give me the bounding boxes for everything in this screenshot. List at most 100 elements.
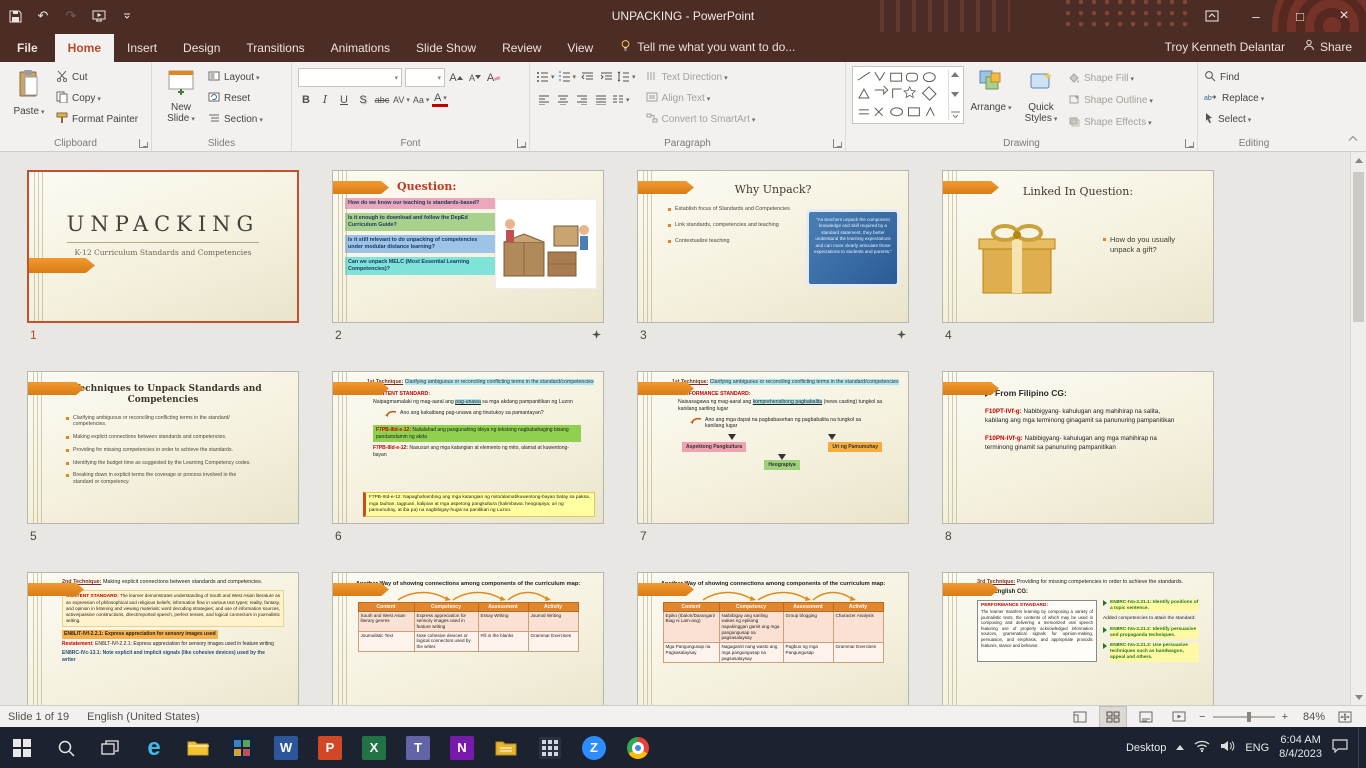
slide-thumbnail-11[interactable]: Another Way of showing connections among… xyxy=(637,572,909,705)
shape-outline-button[interactable]: Shape Outline xyxy=(1068,91,1153,110)
edge-icon[interactable]: e xyxy=(132,727,176,768)
format-painter-button[interactable]: Format Painter xyxy=(56,110,138,129)
arrange-button[interactable]: Arrange xyxy=(968,66,1014,132)
customize-qat-icon[interactable] xyxy=(118,6,136,26)
decrease-font-size-icon[interactable]: A xyxy=(467,69,483,86)
slide-thumbnail-7[interactable]: 1st Technique: Clarifying ambiguous or r… xyxy=(637,371,909,524)
slide-thumbnail-8[interactable]: From Filipino CG: F10PT-IVf-g: Nabibigya… xyxy=(942,371,1214,524)
cut-button[interactable]: Cut xyxy=(56,68,138,87)
action-center-icon[interactable] xyxy=(1332,739,1348,756)
columns-icon[interactable] xyxy=(612,91,630,108)
language-tray-indicator[interactable]: ENG xyxy=(1245,742,1269,754)
start-slideshow-icon[interactable] xyxy=(90,6,108,26)
tab-home[interactable]: Home xyxy=(54,34,115,62)
excel-icon[interactable]: X xyxy=(352,727,396,768)
tab-view[interactable]: View xyxy=(554,34,606,62)
tab-review[interactable]: Review xyxy=(489,34,554,62)
word-icon[interactable]: W xyxy=(264,727,308,768)
drawing-dialog-launcher[interactable] xyxy=(1185,139,1194,148)
section-button[interactable]: Section xyxy=(208,110,263,129)
reset-button[interactable]: Reset xyxy=(208,89,263,108)
bullets-icon[interactable] xyxy=(536,68,555,85)
slide-thumbnail-6[interactable]: 1st Technique: Clarifying ambiguous or r… xyxy=(332,371,604,524)
file-explorer-icon[interactable] xyxy=(176,727,220,768)
ribbon-display-options-icon[interactable] xyxy=(1190,0,1234,32)
italic-icon[interactable]: I xyxy=(317,91,333,108)
teams-icon[interactable]: T xyxy=(396,727,440,768)
files-folder-icon[interactable] xyxy=(484,727,528,768)
account-name[interactable]: Troy Kenneth Delantar xyxy=(1165,40,1285,62)
powerpoint-icon[interactable]: P xyxy=(308,727,352,768)
fit-slide-to-window-button[interactable] xyxy=(1332,707,1358,727)
increase-font-size-icon[interactable]: A xyxy=(448,69,464,86)
scroll-down-arrow[interactable] xyxy=(1351,689,1366,705)
text-shadow-icon[interactable]: S xyxy=(355,91,371,108)
desktop-toolbar-label[interactable]: Desktop xyxy=(1126,742,1166,754)
tab-slide-show[interactable]: Slide Show xyxy=(403,34,489,62)
slide-thumbnail-2[interactable]: Question: How do we know our teaching is… xyxy=(332,170,604,323)
save-icon[interactable] xyxy=(6,6,24,26)
paragraph-dialog-launcher[interactable] xyxy=(833,139,842,148)
tab-transitions[interactable]: Transitions xyxy=(233,34,317,62)
increase-indent-icon[interactable] xyxy=(598,68,614,85)
shape-fill-button[interactable]: Shape Fill xyxy=(1068,69,1153,88)
slide-thumbnail-9[interactable]: 2nd Technique: Making explicit connectio… xyxy=(27,572,299,705)
font-size-combo[interactable] xyxy=(405,68,445,87)
shapes-gallery-scroll[interactable] xyxy=(948,70,961,120)
copy-button[interactable]: Copy xyxy=(56,89,138,108)
decrease-indent-icon[interactable] xyxy=(579,68,595,85)
zoom-slider-thumb[interactable] xyxy=(1246,711,1251,722)
line-spacing-icon[interactable] xyxy=(617,68,636,85)
scroll-up-arrow[interactable] xyxy=(1351,152,1366,168)
minimize-button[interactable]: – xyxy=(1234,0,1278,32)
tell-me-box[interactable]: Tell me what you want to do... xyxy=(620,39,795,62)
strikethrough-icon[interactable]: abc xyxy=(374,91,390,108)
chrome-icon[interactable] xyxy=(616,727,660,768)
speaker-icon[interactable] xyxy=(1220,740,1235,755)
start-button[interactable] xyxy=(0,727,44,768)
zoom-app-icon[interactable]: Z xyxy=(572,727,616,768)
slide-thumbnail-1[interactable]: UNPACKING K-12 Curriculum Standards and … xyxy=(27,170,299,323)
underline-icon[interactable]: U xyxy=(336,91,352,108)
undo-icon[interactable]: ↶ xyxy=(34,6,52,26)
text-direction-button[interactable]: Text Direction xyxy=(646,68,756,87)
redo-icon[interactable]: ↷ xyxy=(62,6,80,26)
numbering-icon[interactable] xyxy=(558,68,577,85)
new-slide-button[interactable]: New Slide xyxy=(158,66,204,132)
slideshow-view-button[interactable] xyxy=(1166,707,1192,727)
wifi-icon[interactable] xyxy=(1194,740,1210,755)
layout-button[interactable]: Layout xyxy=(208,68,263,87)
font-dialog-launcher[interactable] xyxy=(517,139,526,148)
clipboard-dialog-launcher[interactable] xyxy=(139,139,148,148)
tab-file[interactable]: File xyxy=(0,34,55,62)
language-indicator[interactable]: English (United States) xyxy=(87,711,200,723)
calculator-icon[interactable] xyxy=(528,727,572,768)
font-name-combo[interactable] xyxy=(298,68,402,87)
slide-thumbnail-4[interactable]: Linked In Question: How do you usually u… xyxy=(942,170,1214,323)
zoom-in-button[interactable]: + xyxy=(1282,711,1288,723)
search-icon[interactable] xyxy=(44,727,88,768)
replace-button[interactable]: ab Replace xyxy=(1204,89,1304,108)
slide-thumbnail-12[interactable]: 3rd Technique: Providing for missing com… xyxy=(942,572,1214,705)
tab-insert[interactable]: Insert xyxy=(114,34,170,62)
slide-thumbnail-3[interactable]: Why Unpack? Establish focus of Standards… xyxy=(637,170,909,323)
align-left-icon[interactable] xyxy=(536,91,552,108)
show-desktop-button[interactable] xyxy=(1358,727,1362,768)
tab-animations[interactable]: Animations xyxy=(318,34,403,62)
align-text-button[interactable]: Align Text xyxy=(646,89,756,108)
align-center-icon[interactable] xyxy=(555,91,571,108)
scrollbar-thumb[interactable] xyxy=(1353,172,1364,322)
onenote-icon[interactable]: N xyxy=(440,727,484,768)
quick-styles-button[interactable]: Quick Styles xyxy=(1018,66,1064,132)
character-spacing-icon[interactable]: AV xyxy=(393,91,410,108)
collapse-ribbon-icon[interactable] xyxy=(1348,129,1358,147)
slide-thumbnail-5[interactable]: 5 Techniques to Unpack Standards and Com… xyxy=(27,371,299,524)
close-button[interactable]: × xyxy=(1322,0,1366,32)
vertical-scrollbar[interactable] xyxy=(1350,152,1366,705)
paste-button[interactable]: Paste xyxy=(6,66,52,132)
clock[interactable]: 6:04 AM 8/4/2023 xyxy=(1279,734,1322,762)
select-button[interactable]: Select xyxy=(1204,110,1304,129)
reading-view-button[interactable] xyxy=(1133,707,1159,727)
find-button[interactable]: Find xyxy=(1204,68,1304,87)
clear-formatting-icon[interactable]: A xyxy=(486,69,502,86)
